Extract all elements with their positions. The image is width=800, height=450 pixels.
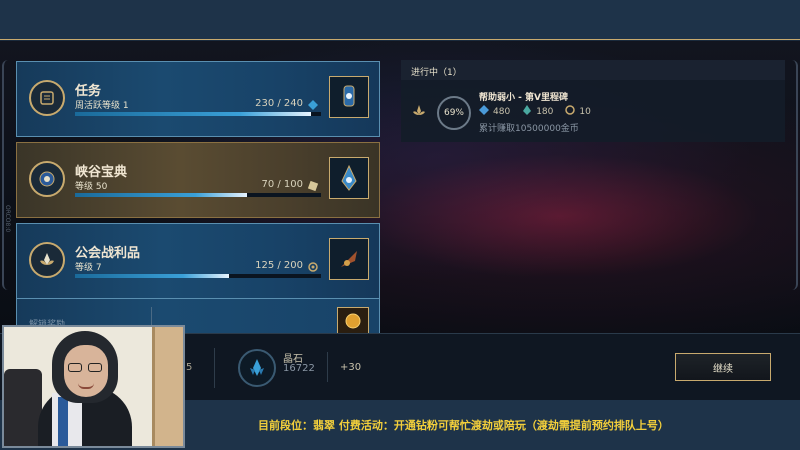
card-count: 125 / 200 <box>255 260 303 271</box>
progress-bar <box>75 193 321 197</box>
gem-bonus: +30 <box>340 362 362 373</box>
card-title: 峡谷宝典 <box>75 165 128 180</box>
side-vertical-text: ORCO8:0 <box>4 205 11 233</box>
divider <box>214 348 215 388</box>
card-pass[interactable]: 峡谷宝典 等级 50 70 / 100 <box>16 142 380 218</box>
guild-lotus-icon <box>29 242 65 278</box>
gemstone-icon <box>238 349 276 387</box>
guild-token-icon <box>307 258 319 272</box>
progress-fill <box>75 274 229 278</box>
left-value: 5 <box>186 362 193 373</box>
progress-fill <box>75 112 311 116</box>
webcam-door <box>152 327 183 446</box>
card-count: 70 / 100 <box>261 179 303 190</box>
reward-value: 10 <box>579 106 591 117</box>
card-subtitle: 周活跃等级 1 <box>75 101 129 111</box>
quest-title: 帮助弱小 - 第V里程碑 <box>479 93 568 103</box>
scroll-icon <box>29 80 65 116</box>
right-rail <box>790 60 798 290</box>
webcam-jacket-stripe-blue <box>58 397 68 446</box>
card-title: 公会战利品 <box>75 246 141 261</box>
guild-token-icon <box>565 105 576 118</box>
webcam-glasses-left <box>68 363 82 372</box>
card-guild[interactable]: 公会战利品 等级 7 125 / 200 <box>16 223 380 299</box>
progress-bar <box>75 112 321 116</box>
gem-value: 16722 <box>283 363 315 374</box>
footer-text: 目前段位：翡翠 付费活动：开通钻粉可帮忙渡劫或陪玩（渡劫需提前预约排队上号） <box>258 419 669 432</box>
reward-item: 10 <box>565 105 591 118</box>
webcam-chair <box>4 369 42 446</box>
in-progress-panel[interactable]: 进行中（1） 69% 帮助弱小 - 第V里程碑 480 180 10 累计赚取1… <box>401 60 785 142</box>
quest-percent-ring: 69% <box>437 96 471 130</box>
reward-item: 180 <box>522 105 553 118</box>
card-missions[interactable]: 任务 周活跃等级 1 230 / 240 <box>16 61 380 137</box>
panel-header: 进行中（1） <box>401 60 785 80</box>
quest-rewards: 480 180 10 <box>479 105 591 118</box>
crystal-tower-icon[interactable] <box>329 157 369 199</box>
reward-value: 180 <box>536 106 554 117</box>
webcam-glasses-right <box>88 363 102 372</box>
rune-emblem-icon <box>29 161 65 197</box>
wing-item-icon[interactable] <box>329 238 369 280</box>
green-crystal-icon <box>522 105 532 118</box>
crystal-icon <box>307 96 319 110</box>
left-rail <box>2 60 10 290</box>
guild-lotus-icon <box>411 103 427 119</box>
card-subtitle: 等级 7 <box>75 263 102 273</box>
continue-button[interactable]: 继续 <box>675 353 771 381</box>
top-bar <box>0 0 800 40</box>
webcam-overlay <box>2 325 185 448</box>
quest-description: 累计赚取10500000金币 <box>479 124 579 134</box>
card-title: 任务 <box>75 84 102 99</box>
reward-value: 480 <box>493 106 511 117</box>
webcam-door-edge <box>152 327 155 446</box>
card-subtitle: 等级 50 <box>75 182 108 192</box>
card-count: 230 / 240 <box>255 98 303 109</box>
reward-item: 480 <box>479 105 510 118</box>
lantern-icon[interactable] <box>329 76 369 118</box>
progress-bar <box>75 274 321 278</box>
ticket-icon <box>307 177 319 192</box>
progress-fill <box>75 193 248 197</box>
blue-essence-icon <box>479 105 489 118</box>
gold-coin-icon[interactable] <box>337 307 369 335</box>
divider <box>327 352 328 382</box>
